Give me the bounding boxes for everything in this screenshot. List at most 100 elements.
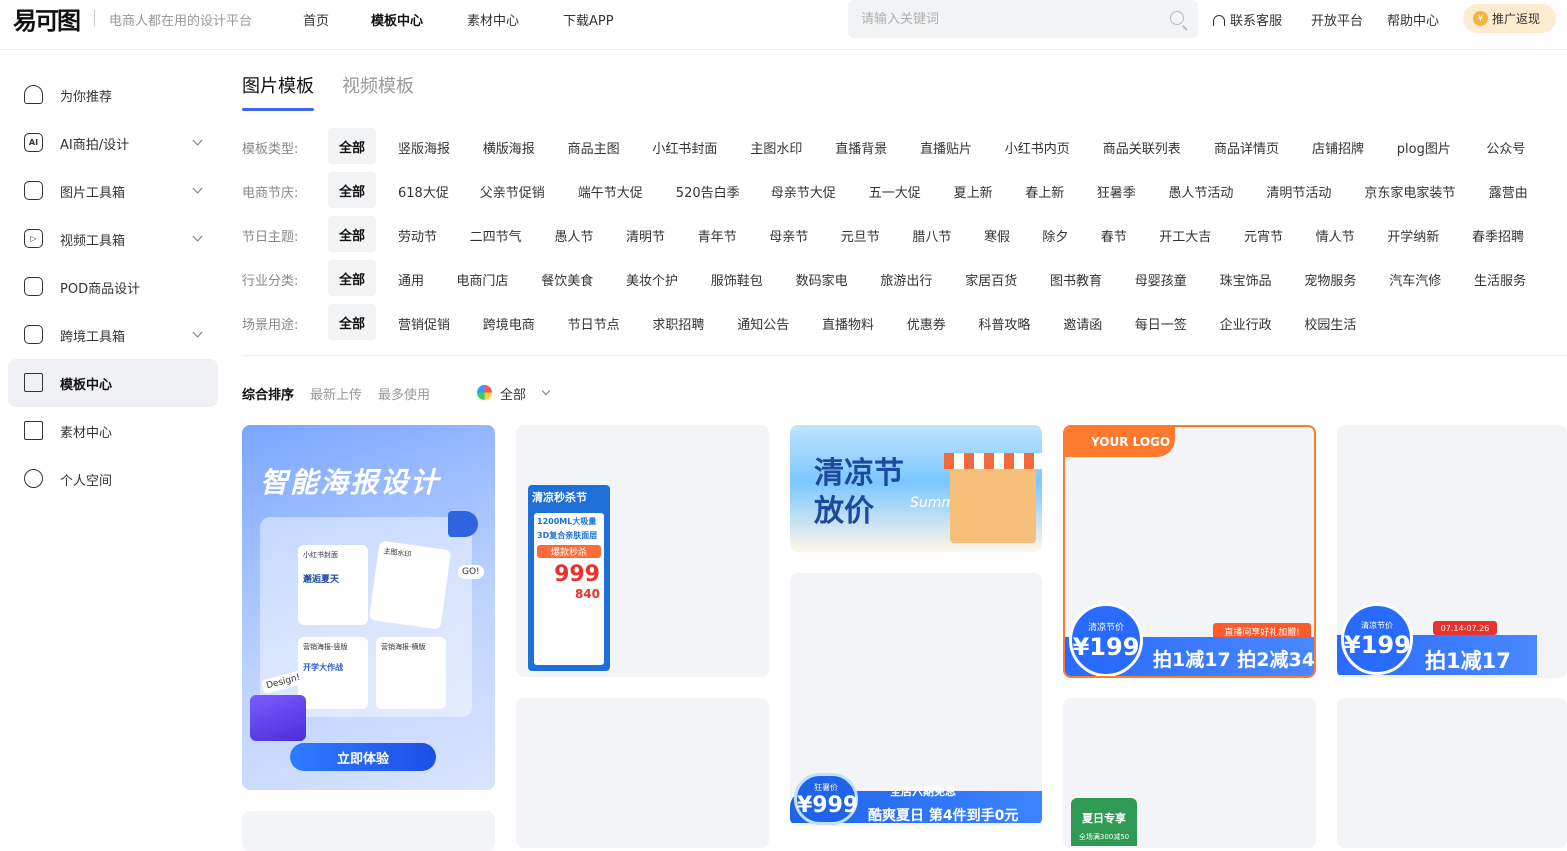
filter-chip[interactable]: plog图片	[1397, 138, 1451, 157]
filter-chip[interactable]: 618大促	[398, 182, 449, 201]
filter-chip[interactable]: 春季招聘	[1472, 226, 1524, 245]
template-card-flash-sale[interactable]: 清凉秒杀节 1200ML大吸量 3D复合亲肤面层 爆款秒杀 999 840	[516, 425, 769, 677]
filter-chip[interactable]: 清明节活动	[1266, 182, 1331, 201]
filter-chip[interactable]: 校园生活	[1304, 314, 1356, 333]
color-wheel-icon[interactable]	[477, 385, 492, 400]
filter-chip-all[interactable]: 全部	[328, 128, 376, 164]
filter-chip[interactable]: 愚人节活动	[1168, 182, 1233, 201]
filter-chip[interactable]: 直播背景	[835, 138, 887, 157]
filter-chip[interactable]: 寒假	[984, 226, 1010, 245]
filter-chip[interactable]: 服饰鞋包	[711, 270, 763, 289]
filter-chip[interactable]: 开工大吉	[1159, 226, 1211, 245]
search-input[interactable]	[848, 0, 1148, 38]
filter-chip[interactable]: 母婴孩童	[1135, 270, 1187, 289]
help-center-link[interactable]: 帮助中心	[1387, 10, 1439, 29]
filter-chip[interactable]: 邀请函	[1063, 314, 1102, 333]
filter-chip[interactable]: 图书教育	[1050, 270, 1102, 289]
template-card-green-tag[interactable]: 夏日专享 全场满300减50	[1063, 698, 1316, 848]
nav-home[interactable]: 首页	[303, 10, 329, 29]
try-now-button[interactable]: 立即体验	[290, 743, 436, 771]
filter-chip[interactable]: 劳动节	[398, 226, 437, 245]
sidebar-item-image-toolbox[interactable]: 图片工具箱	[8, 167, 218, 215]
filter-chip[interactable]: 京东家电家装节	[1364, 182, 1455, 201]
filter-chip[interactable]: 五一大促	[869, 182, 921, 201]
filter-chip[interactable]: 除夕	[1042, 226, 1068, 245]
filter-chip[interactable]: 青年节	[698, 226, 737, 245]
filter-chip[interactable]: 通用	[398, 270, 424, 289]
filter-chip[interactable]: 电商门店	[456, 270, 508, 289]
filter-chip[interactable]: 商品主图	[568, 138, 620, 157]
filter-chip[interactable]: 餐饮美食	[541, 270, 593, 289]
filter-chip[interactable]: 旅游出行	[880, 270, 932, 289]
filter-chip[interactable]: 直播贴片	[920, 138, 972, 157]
filter-chip[interactable]: 二四节气	[470, 226, 522, 245]
template-card-summer-sale[interactable]: 清凉节 放价 Summer	[790, 425, 1042, 552]
sort-most-used[interactable]: 最多使用	[378, 384, 430, 403]
template-card-blue-banner[interactable]: 狂暑价 ¥999 全店六期免息 酷爽夏日 第4件到手0元	[790, 573, 1042, 826]
chevron-down-icon[interactable]	[541, 386, 551, 396]
filter-chip[interactable]: 狂暑季	[1097, 182, 1136, 201]
filter-chip[interactable]: 小红书封面	[652, 138, 717, 157]
sidebar-item-pod[interactable]: POD商品设计	[8, 263, 218, 311]
filter-chip-all[interactable]: 全部	[328, 216, 376, 252]
filter-chip[interactable]: 公众号	[1486, 138, 1525, 157]
filter-chip[interactable]: 愚人节	[554, 226, 593, 245]
sidebar-item-video-toolbox[interactable]: ▷ 视频工具箱	[8, 215, 218, 263]
filter-chip-all[interactable]: 全部	[328, 260, 376, 296]
sidebar-item-ai[interactable]: AI AI商拍/设计	[8, 119, 218, 167]
promo-cashback-button[interactable]: ¥ 推广返现	[1463, 4, 1556, 33]
filter-chip[interactable]: 宠物服务	[1304, 270, 1356, 289]
filter-chip[interactable]: 直播物料	[822, 314, 874, 333]
filter-chip[interactable]: 母亲节	[769, 226, 808, 245]
open-platform-link[interactable]: 开放平台	[1311, 10, 1363, 29]
nav-template-center[interactable]: 模板中心	[371, 10, 423, 29]
filter-chip[interactable]: 夏上新	[954, 182, 993, 201]
filter-chip[interactable]: 每日一签	[1135, 314, 1187, 333]
logo[interactable]: 易可图	[8, 5, 84, 35]
filter-chip[interactable]: 元旦节	[841, 226, 880, 245]
filter-chip[interactable]: 跨境电商	[483, 314, 535, 333]
contact-service-link[interactable]: 联系客服	[1213, 10, 1282, 29]
filter-chip[interactable]: 元宵节	[1244, 226, 1283, 245]
filter-chip[interactable]: 营销促销	[398, 314, 450, 333]
filter-chip[interactable]: 美妆个护	[626, 270, 678, 289]
filter-chip[interactable]: 520告白季	[676, 182, 740, 201]
filter-chip[interactable]: 春上新	[1025, 182, 1064, 201]
template-card-partial[interactable]: 07.14-07.26 清凉节价 ¥199 拍1减17	[1337, 425, 1567, 678]
nav-download-app[interactable]: 下载APP	[563, 10, 614, 29]
filter-chip[interactable]: 生活服务	[1474, 270, 1526, 289]
filter-chip[interactable]: 主图水印	[750, 138, 802, 157]
filter-chip[interactable]: 科普攻略	[978, 314, 1030, 333]
filter-chip[interactable]: 竖版海报	[398, 138, 450, 157]
filter-chip[interactable]: 优惠券	[907, 314, 946, 333]
filter-chip[interactable]: 横版海报	[483, 138, 535, 157]
sort-comprehensive[interactable]: 综合排序	[242, 384, 294, 403]
sidebar-item-material-center[interactable]: 素材中心	[8, 407, 218, 455]
filter-chip[interactable]: 商品详情页	[1214, 138, 1279, 157]
filter-chip[interactable]: 数码家电	[796, 270, 848, 289]
filter-chip[interactable]: 父亲节促销	[480, 182, 545, 201]
sidebar-item-cross-border[interactable]: 跨境工具箱	[8, 311, 218, 359]
filter-chip[interactable]: 通知公告	[737, 314, 789, 333]
sidebar-item-personal-space[interactable]: 个人空间	[8, 455, 218, 503]
filter-chip[interactable]: 家居百货	[965, 270, 1017, 289]
filter-chip[interactable]: 商品关联列表	[1103, 138, 1181, 157]
filter-chip[interactable]: 求职招聘	[652, 314, 704, 333]
filter-chip[interactable]: 开学纳新	[1387, 226, 1439, 245]
sidebar-item-template-center[interactable]: 模板中心	[8, 359, 218, 407]
filter-chip[interactable]: 清明节	[626, 226, 665, 245]
filter-chip[interactable]: 情人节	[1316, 226, 1355, 245]
template-card-ai-poster[interactable]: 智能海报设计 小红书封面 邂逅夏天 主图水印 营销海报-竖版 开学大作战 营销海报-…	[242, 425, 495, 790]
template-card-logo-frame[interactable]: YOUR LOGO 直播间享好礼加赠! 清凉节价 ¥199 拍1减17 拍2减34	[1063, 425, 1316, 678]
sort-newest[interactable]: 最新上传	[310, 384, 362, 403]
search-icon[interactable]	[1170, 11, 1184, 25]
nav-material-center[interactable]: 素材中心	[467, 10, 519, 29]
filter-chip[interactable]: 珠宝饰品	[1220, 270, 1272, 289]
filter-chip[interactable]: 端午节大促	[578, 182, 643, 201]
filter-chip[interactable]: 节日节点	[568, 314, 620, 333]
filter-chip[interactable]: 露营由	[1489, 182, 1528, 201]
color-filter-select[interactable]: 全部	[500, 384, 526, 403]
filter-chip[interactable]: 春节	[1101, 226, 1127, 245]
filter-chip[interactable]: 腊八节	[912, 226, 951, 245]
filter-chip-all[interactable]: 全部	[328, 172, 376, 208]
